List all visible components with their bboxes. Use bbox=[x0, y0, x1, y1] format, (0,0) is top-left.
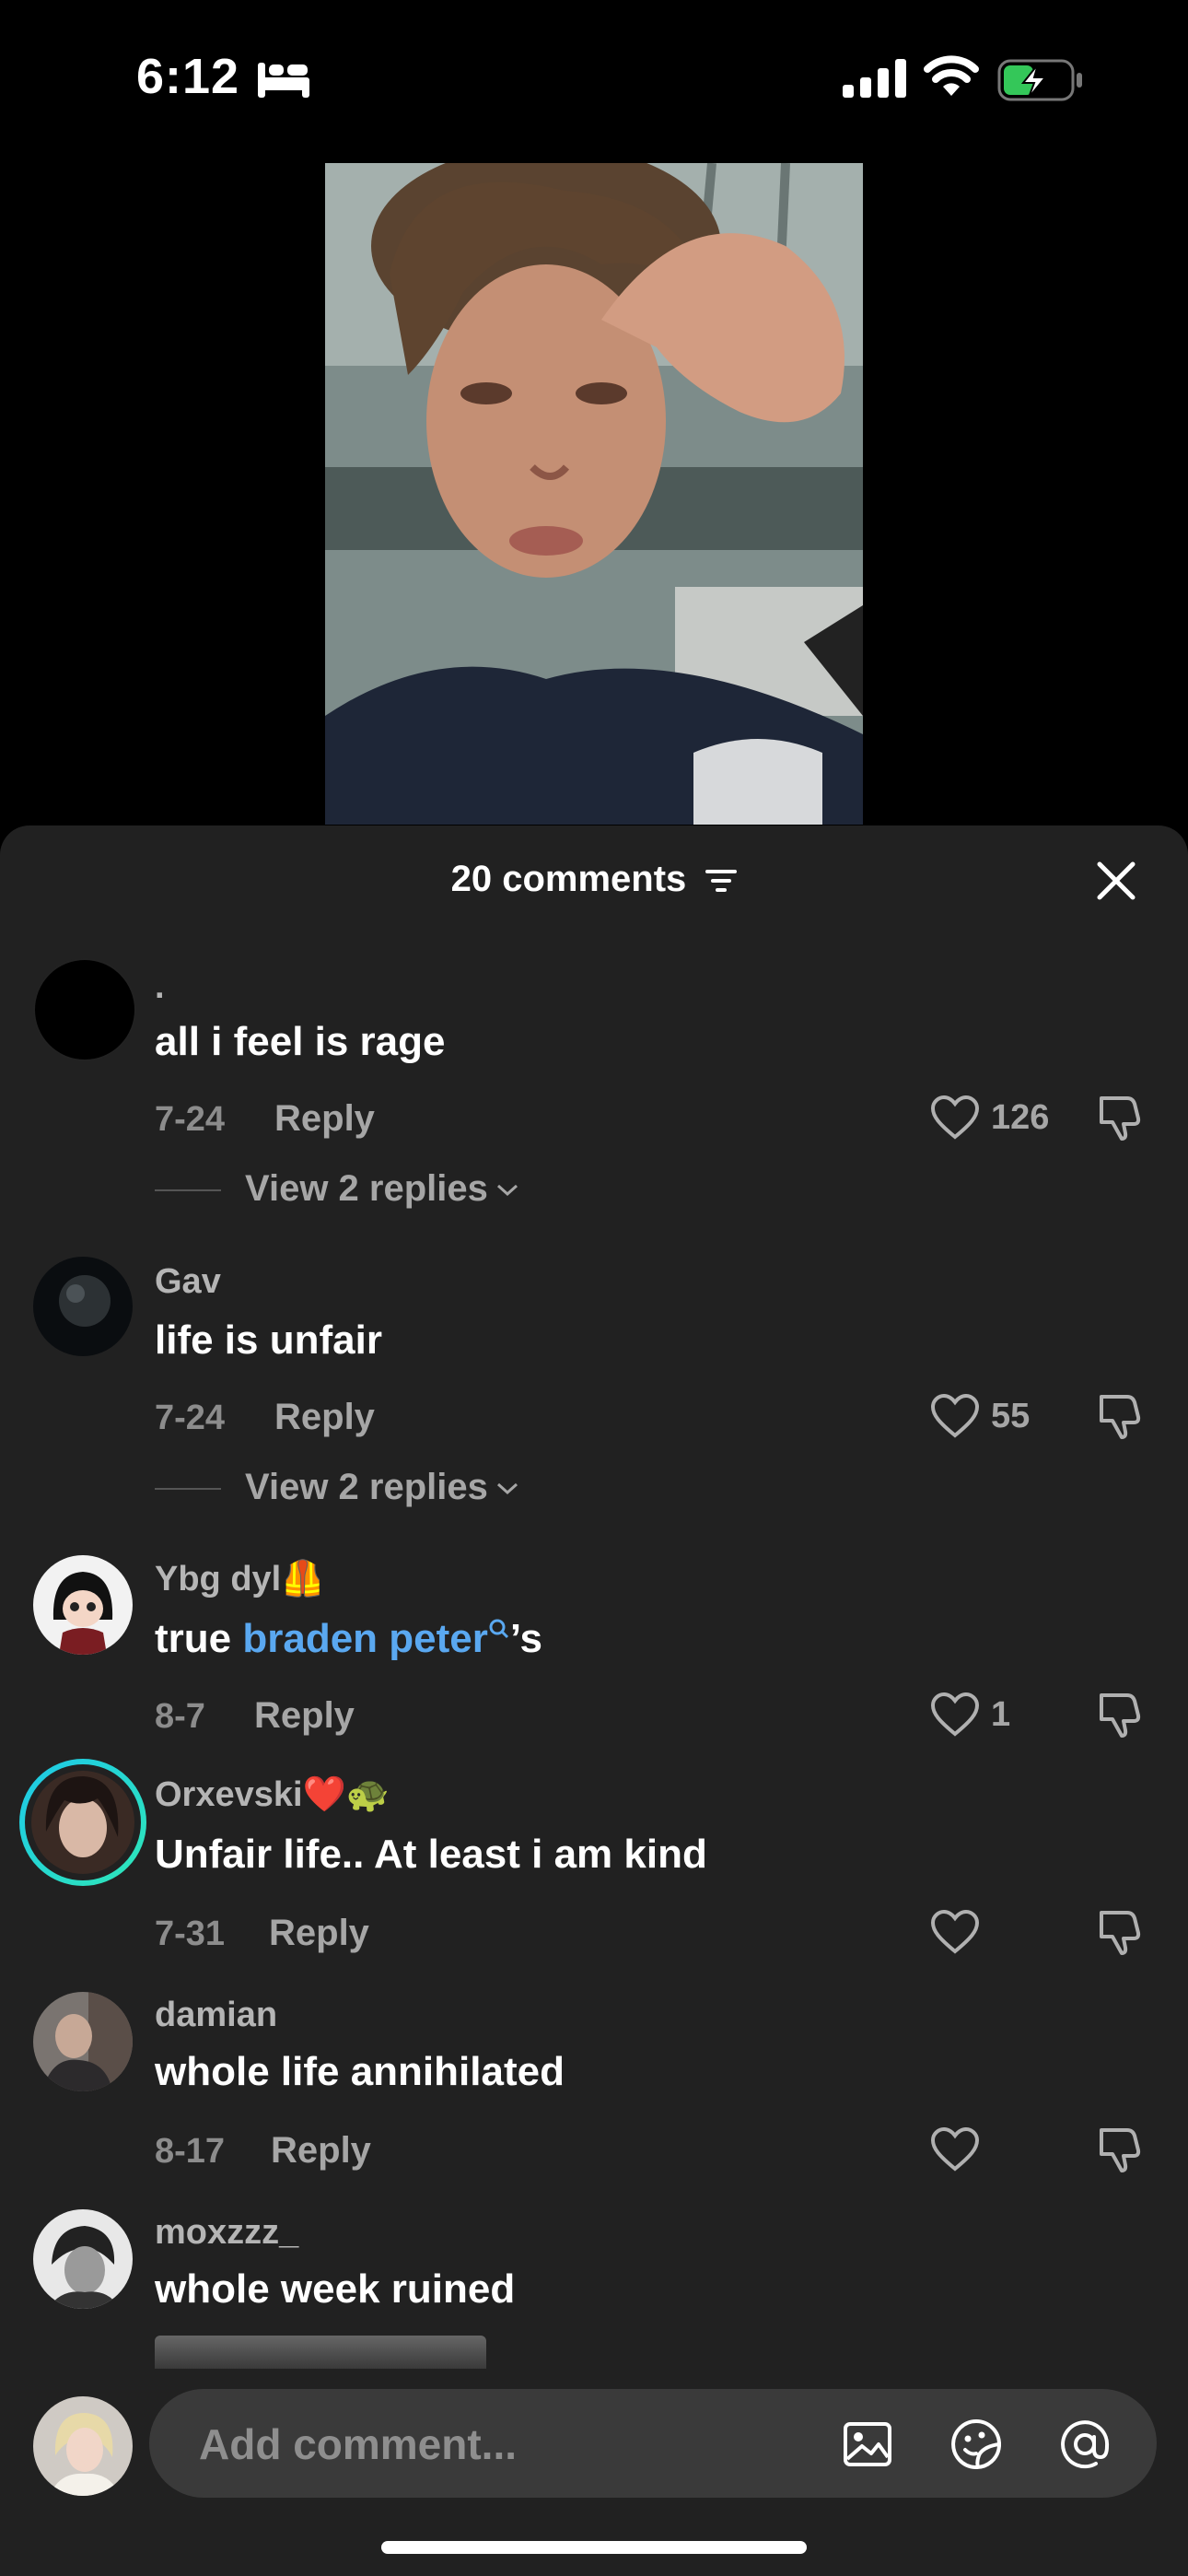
comment-field[interactable] bbox=[149, 2389, 1157, 2500]
dislike-icon[interactable] bbox=[1096, 1907, 1144, 1957]
comment-text: whole week ruined bbox=[155, 2266, 516, 2312]
avatar[interactable] bbox=[33, 958, 136, 1061]
comment-text-prefix: true bbox=[155, 1616, 243, 1661]
status-bar: 6:12 bbox=[0, 0, 1188, 157]
home-indicator[interactable] bbox=[381, 2541, 807, 2554]
divider-line bbox=[155, 1189, 221, 1192]
sleep-bed-icon bbox=[258, 63, 309, 98]
reply-button[interactable]: Reply bbox=[274, 1098, 375, 1140]
comment-username[interactable]: . bbox=[155, 967, 165, 1007]
comment-username[interactable]: Gav bbox=[155, 1262, 221, 1302]
mention-label: braden peter bbox=[242, 1616, 488, 1661]
comment-input[interactable] bbox=[197, 2389, 753, 2500]
comment-username[interactable]: damian bbox=[155, 1996, 277, 2035]
chevron-down-icon bbox=[496, 1185, 518, 1197]
comment-date: 7-24 bbox=[155, 1100, 226, 1139]
view-replies-button[interactable]: View 2 replies bbox=[155, 1168, 519, 1210]
cellular-signal-icon bbox=[843, 59, 906, 98]
battery-charging-icon bbox=[997, 59, 1082, 101]
mention-link[interactable]: braden peter bbox=[242, 1616, 510, 1661]
comment-username[interactable]: Ybg dyl🦺 bbox=[155, 1559, 325, 1599]
comment-image-preview[interactable] bbox=[155, 2336, 486, 2369]
close-icon[interactable] bbox=[1092, 857, 1140, 905]
view-replies-button[interactable]: View 2 replies bbox=[155, 1467, 519, 1508]
comments-header: 20 comments bbox=[0, 825, 1188, 936]
dislike-icon[interactable] bbox=[1096, 1690, 1144, 1739]
comment-text: Unfair life.. At least i am kind bbox=[155, 1832, 707, 1877]
comment-username[interactable]: moxzzz_ bbox=[155, 2213, 298, 2253]
reply-button[interactable]: Reply bbox=[269, 1913, 369, 1954]
comments-count[interactable]: 20 comments bbox=[0, 859, 1188, 900]
comment-text: all i feel is rage bbox=[155, 1019, 446, 1064]
dislike-icon[interactable] bbox=[1096, 2125, 1144, 2174]
comment-text-suffix: ’s bbox=[509, 1616, 542, 1661]
avatar[interactable] bbox=[33, 1555, 133, 1655]
heart-icon[interactable] bbox=[930, 1393, 980, 1439]
chevron-down-icon bbox=[496, 1483, 518, 1495]
mention-icon[interactable] bbox=[1057, 2417, 1112, 2472]
clock-time: 6:12 bbox=[136, 49, 240, 104]
search-icon bbox=[489, 1619, 508, 1639]
comments-count-label: 20 comments bbox=[450, 859, 687, 899]
reply-button[interactable]: Reply bbox=[274, 1397, 375, 1438]
my-avatar bbox=[33, 2396, 133, 2496]
like-count: 126 bbox=[991, 1098, 1050, 1137]
comment-date: 8-17 bbox=[155, 2132, 226, 2171]
comment-date: 7-31 bbox=[155, 1914, 226, 1953]
reply-button[interactable]: Reply bbox=[271, 2130, 371, 2172]
dislike-icon[interactable] bbox=[1096, 1391, 1144, 1441]
avatar[interactable] bbox=[33, 1992, 133, 2091]
comment-text: true braden peter ’s bbox=[155, 1616, 542, 1662]
wifi-icon bbox=[924, 55, 979, 96]
story-ring-avatar[interactable] bbox=[18, 1758, 147, 1887]
heart-icon[interactable] bbox=[930, 2126, 980, 2172]
image-icon[interactable] bbox=[840, 2417, 895, 2472]
comment-date: 8-7 bbox=[155, 1697, 205, 1736]
video-thumbnail[interactable] bbox=[325, 163, 863, 825]
filter-icon[interactable] bbox=[705, 868, 738, 894]
comment-text: whole life annihilated bbox=[155, 2049, 565, 2094]
dislike-icon[interactable] bbox=[1096, 1093, 1144, 1142]
divider-line bbox=[155, 1488, 221, 1491]
comment-text: life is unfair bbox=[155, 1317, 382, 1363]
reply-button[interactable]: Reply bbox=[254, 1695, 355, 1737]
sticker-icon[interactable] bbox=[949, 2417, 1004, 2472]
like-count: 1 bbox=[991, 1695, 1011, 1734]
avatar[interactable] bbox=[33, 1257, 133, 1356]
view-replies-label: View 2 replies bbox=[245, 1467, 488, 1507]
like-count: 55 bbox=[991, 1397, 1031, 1435]
heart-icon[interactable] bbox=[930, 1692, 980, 1738]
avatar[interactable] bbox=[33, 2209, 133, 2309]
view-replies-label: View 2 replies bbox=[245, 1168, 488, 1209]
comment-username[interactable]: Orxevski❤️🐢 bbox=[155, 1774, 390, 1815]
heart-icon[interactable] bbox=[930, 1095, 980, 1141]
comment-date: 7-24 bbox=[155, 1399, 226, 1437]
heart-icon[interactable] bbox=[930, 1909, 980, 1955]
